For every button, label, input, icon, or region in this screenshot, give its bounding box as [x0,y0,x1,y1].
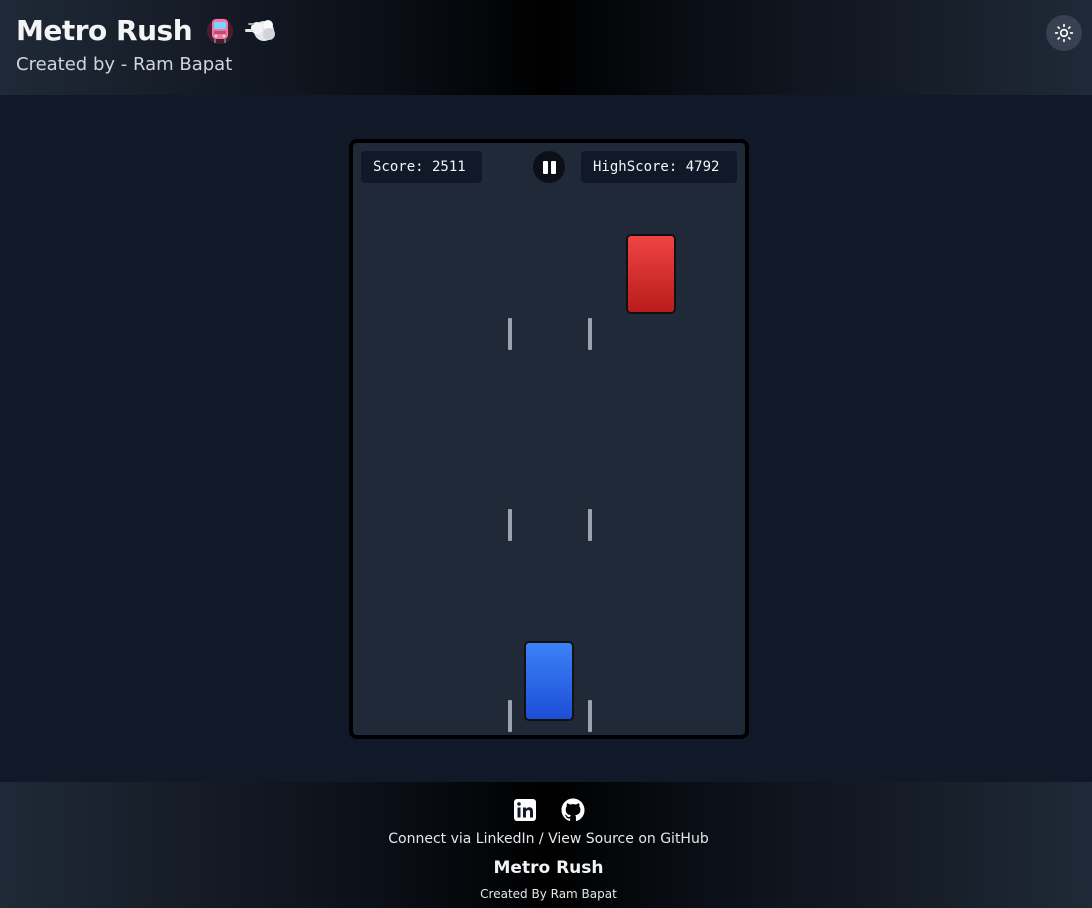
title-row: Metro Rush [16,14,278,47]
lane-marking [588,700,592,732]
metro-train-icon [206,16,234,46]
page-footer: Connect via LinkedIn / View Source on Gi… [0,782,1092,908]
pause-icon-bar [550,160,556,174]
dashing-away-icon [244,16,278,46]
lane-marking [508,509,512,541]
lane-marking [588,318,592,350]
player-car[interactable] [524,641,574,721]
high-score-display: HighScore: 4792 [581,151,737,183]
theme-toggle-button[interactable] [1046,15,1082,51]
lane-marking [508,318,512,350]
lane-marking [588,509,592,541]
obstacle-car [626,234,676,314]
connect-links: Connect via LinkedIn / View Source on Gi… [0,831,1092,847]
pause-icon [542,160,548,174]
social-links [513,798,585,822]
page-subtitle: Created by - Ram Bapat [16,54,233,75]
score-display: Score: 2511 [361,151,482,183]
github-link[interactable]: View Source on GitHub [548,831,709,847]
link-separator: / [534,831,549,847]
game-board[interactable]: Score: 2511 HighScore: 4792 [349,139,749,739]
linkedin-link[interactable]: Connect via LinkedIn [388,831,534,847]
footer-title: Metro Rush [493,858,604,878]
lane-marking [508,700,512,732]
page-header: Metro Rush Created by - Ram Bapat [0,0,1092,95]
page-title: Metro Rush [16,14,193,47]
github-icon[interactable] [561,798,585,822]
sun-icon [1054,23,1074,43]
pause-button[interactable] [533,151,565,183]
linkedin-icon[interactable] [513,798,537,822]
footer-credit: Created By Ram Bapat [480,887,617,901]
